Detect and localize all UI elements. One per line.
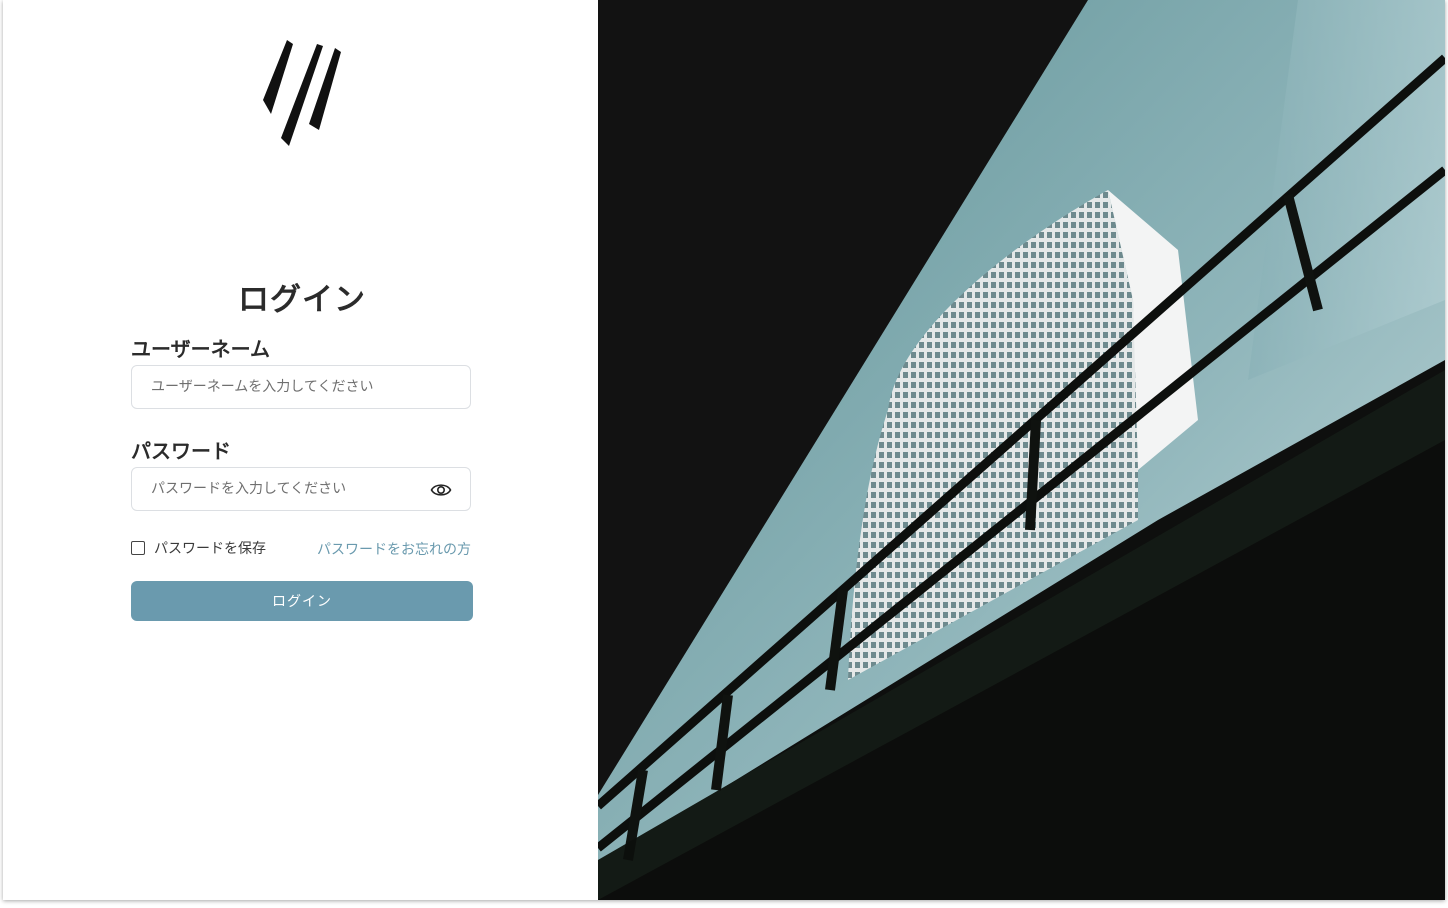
password-field[interactable] [131,467,471,511]
hero-image-panel [598,0,1445,900]
login-button[interactable]: ログイン [131,581,473,621]
page-title: ログイン [238,282,366,318]
remember-password-label[interactable]: パスワードを保存 [154,538,266,558]
eye-icon[interactable] [430,480,452,500]
login-panel: ログイン ユーザーネーム パスワード パスワードを保存 パスワードをお忘れの方 … [3,0,598,900]
remember-password: パスワードを保存 [131,538,266,558]
remember-password-checkbox[interactable] [131,541,145,555]
password-label: パスワード [131,439,231,463]
building-under-bridge-photo [598,0,1445,900]
brand-logo-icon [263,40,341,146]
username-field[interactable] [131,365,471,409]
forgot-password-link[interactable]: パスワードをお忘れの方 [317,539,471,559]
username-input[interactable] [151,366,421,408]
username-label: ユーザーネーム [131,337,270,361]
password-input[interactable] [151,468,421,510]
app-window: ログイン ユーザーネーム パスワード パスワードを保存 パスワードをお忘れの方 … [3,0,1445,900]
